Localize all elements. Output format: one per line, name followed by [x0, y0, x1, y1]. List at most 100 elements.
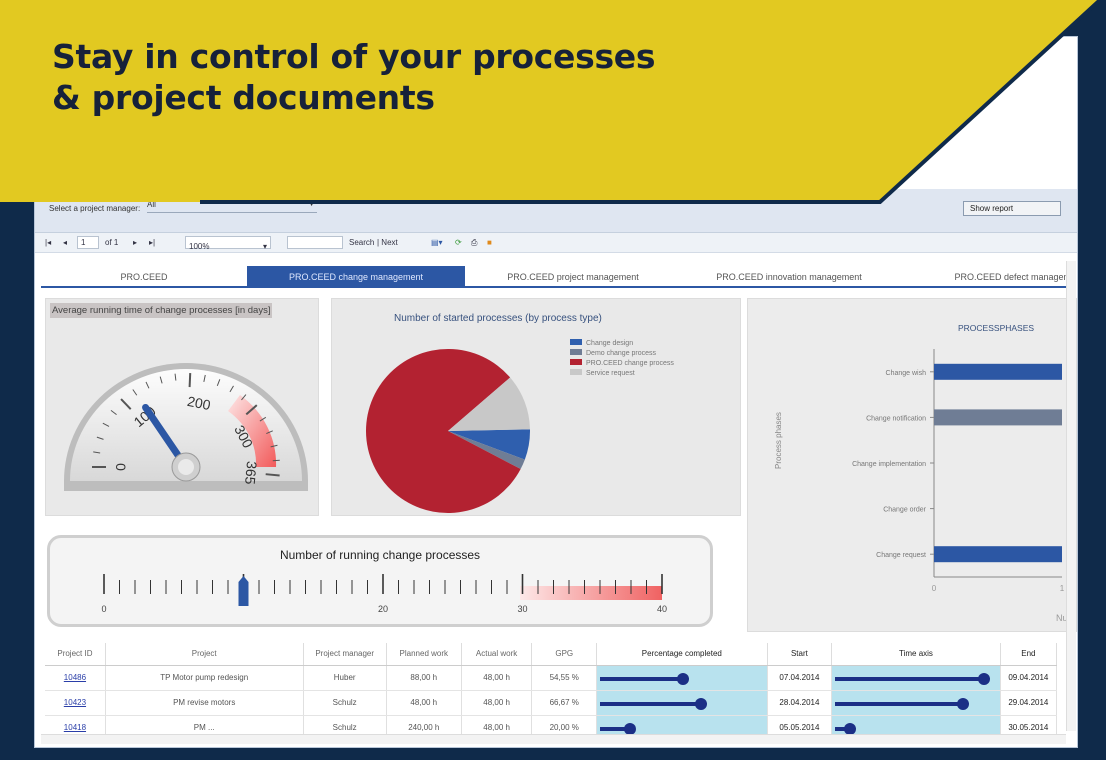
time-axis-cell [831, 690, 1001, 716]
report-tabs: PRO.CEED PRO.CEED change management PRO.… [41, 266, 1071, 288]
progress-marker [676, 672, 689, 685]
project-id-link[interactable]: 10486 [64, 673, 86, 682]
legend-label: Demo change process [586, 350, 657, 357]
gauge-tick [265, 473, 280, 477]
start-date: 05.05.2014 [779, 723, 820, 732]
end-date: 29.04.2014 [1008, 698, 1049, 707]
page-input[interactable]: 1 [77, 236, 99, 249]
col-start[interactable]: Start [767, 643, 833, 666]
next-page-icon[interactable]: ▸ [133, 238, 137, 247]
linear-pointer [238, 576, 249, 606]
legend-label: PRO.CEED change process [586, 360, 674, 367]
table-cell: 48,00 h [386, 690, 462, 716]
phases-category-label: Change order [883, 507, 926, 514]
search-input[interactable] [287, 236, 343, 249]
cell-project-id: 10423 [45, 690, 106, 716]
linear-gauge-panel: Number of running change processes 0 20 30… [47, 535, 713, 627]
col-end[interactable]: End [1000, 643, 1058, 666]
legend-label: Change design [586, 340, 633, 347]
refresh-icon[interactable]: ⟳ [455, 238, 462, 247]
project-name: PM ... [193, 723, 215, 732]
actual-work: 48,00 h [483, 673, 510, 682]
legend-swatch [570, 359, 582, 365]
project-manager: Schulz [332, 698, 357, 707]
progress-marker [844, 722, 857, 735]
pie-chart: Change design Demo change process PRO.CEED… [366, 339, 674, 513]
horizontal-scrollbar[interactable] [41, 734, 1066, 744]
tab-defect-management[interactable]: PRO.CEED defect managem [897, 266, 1077, 288]
percentage-bar-cell [596, 690, 768, 716]
headline-line-2: & project documents [52, 78, 435, 117]
table-row[interactable]: 10423 PM revise motors Schulz 48,00 h 48,00 … [45, 690, 1058, 716]
legend-swatch [570, 369, 582, 375]
zoom-select[interactable]: 100% ▾ [185, 236, 271, 251]
table-cell: PM revise motors [105, 690, 304, 716]
col-actual-work[interactable]: Actual work [461, 643, 533, 666]
table-header-row: Project ID Project Project manager Plann… [45, 643, 1058, 666]
cell-project-id: 10486 [45, 665, 106, 691]
search-link[interactable]: Search [349, 238, 374, 247]
export-icon[interactable]: ▤▾ [431, 238, 443, 247]
pie-panel: Number of started processes (by process … [331, 298, 741, 516]
print-icon[interactable]: ⎙ [471, 238, 477, 248]
planned-work: 88,00 h [410, 673, 438, 682]
zoom-value: 100% [189, 242, 210, 251]
col-time-axis[interactable]: Time axis [831, 643, 1001, 666]
table-row[interactable]: 10486 TP Motor pump redesign Huber 88,00 h 4… [45, 665, 1058, 691]
gauge-tick-label: 0 [113, 463, 129, 471]
chevron-down-icon: ▾ [262, 242, 267, 251]
project-manager: Huber [333, 673, 356, 682]
tab-innovation-management[interactable]: PRO.CEED innovation management [681, 266, 897, 288]
project-name: TP Motor pump redesign [160, 673, 249, 682]
tab-proceed[interactable]: PRO.CEED [41, 266, 247, 288]
next-link[interactable]: | Next [377, 238, 398, 247]
table-cell: 07.04.2014 [767, 665, 833, 691]
filter-label: Select a project manager: [49, 204, 141, 213]
linear-tick-label: 0 [101, 604, 106, 614]
table-cell: 66,67 % [531, 690, 597, 716]
col-project[interactable]: Project [105, 643, 304, 666]
project-table: Project ID Project Project manager Plann… [45, 643, 1058, 741]
time-axis-cell [831, 665, 1001, 691]
progress-marker [694, 697, 707, 710]
gauge-chart: 0100 200300365 [64, 363, 308, 491]
gauge-tick [272, 459, 280, 462]
col-percentage-completed[interactable]: Percentage completed [596, 643, 768, 666]
project-id-link[interactable]: 10418 [64, 723, 86, 732]
linear-tick-label: 30 [517, 604, 527, 614]
gauge-tick-label: 365 [242, 461, 260, 486]
progress-bar [600, 676, 683, 681]
first-page-icon[interactable]: |◂ [45, 238, 51, 247]
phases-category-label: Change notification [866, 415, 926, 422]
table-cell: 54,55 % [531, 665, 597, 691]
phases-bar [934, 363, 1062, 380]
linear-tick-label: 20 [378, 604, 388, 614]
tab-change-management[interactable]: PRO.CEED change management [247, 266, 465, 288]
phases-panel: PROCESSPHASES Process phases Num Change … [747, 298, 1077, 632]
progress-bar [600, 701, 701, 706]
layout-icon[interactable]: ■ [487, 238, 492, 247]
vertical-scrollbar[interactable] [1066, 261, 1076, 731]
tab-project-management[interactable]: PRO.CEED project management [465, 266, 681, 288]
phases-category-label: Change request [876, 552, 926, 559]
phases-bar [934, 409, 1062, 426]
headline-line-1: Stay in control of your processes [52, 37, 656, 76]
linear-red-zone [520, 586, 662, 600]
start-date: 07.04.2014 [779, 673, 820, 682]
prev-page-icon[interactable]: ◂ [63, 238, 67, 247]
project-id-link[interactable]: 10423 [64, 698, 86, 707]
table-cell: Schulz [303, 690, 387, 716]
table-cell: 48,00 h [461, 690, 533, 716]
col-gpg[interactable]: GPG [531, 643, 597, 666]
gpg-value: 66,67 % [549, 698, 579, 707]
linear-gauge-chart: 0 20 30 40 [101, 574, 667, 614]
col-planned-work[interactable]: Planned work [386, 643, 462, 666]
actual-work: 48,00 h [483, 698, 510, 707]
percentage-bar-cell [596, 665, 768, 691]
progress-marker [977, 672, 990, 685]
start-date: 28.04.2014 [779, 698, 820, 707]
last-page-icon[interactable]: ▸| [149, 238, 155, 247]
legend-swatch [570, 339, 582, 345]
col-project-manager[interactable]: Project manager [303, 643, 387, 666]
col-project-id[interactable]: Project ID [45, 643, 106, 666]
